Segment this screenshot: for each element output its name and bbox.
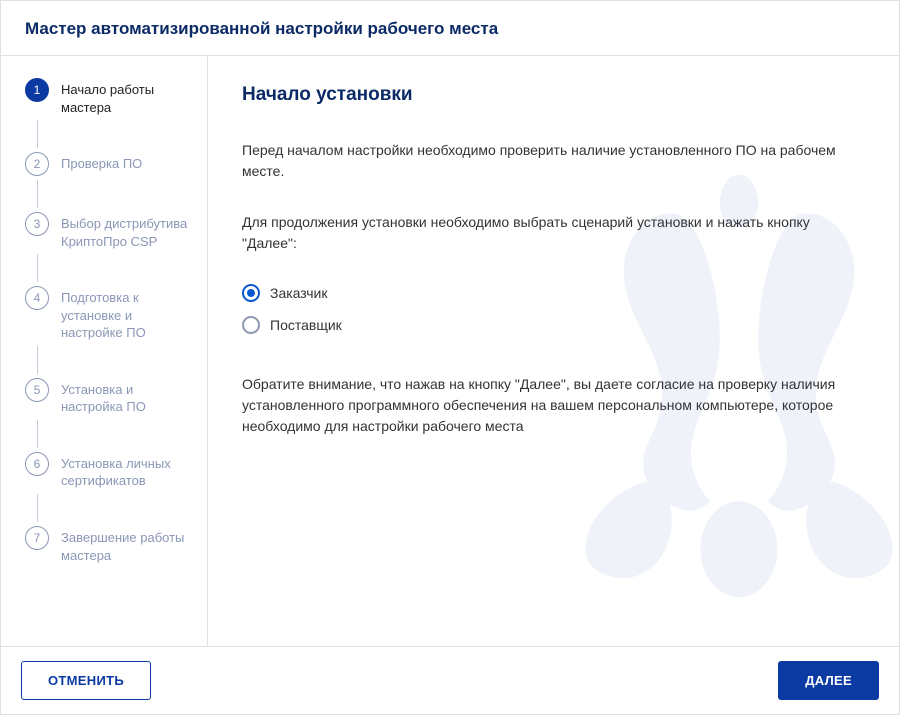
step-3[interactable]: 3 Выбор дистрибутива КриптоПро CSP: [25, 212, 197, 250]
step-label: Установка личных сертификатов: [61, 452, 197, 490]
step-connector: [37, 254, 38, 282]
step-1[interactable]: 1 Начало работы мастера: [25, 78, 197, 116]
wizard-window: Мастер автоматизированной настройки рабо…: [0, 0, 900, 715]
window-title: Мастер автоматизированной настройки рабо…: [25, 19, 875, 39]
radio-option-0[interactable]: Заказчик: [242, 284, 865, 302]
step-badge: 4: [25, 286, 49, 310]
step-connector: [37, 180, 38, 208]
step-connector: [37, 494, 38, 522]
step-5[interactable]: 5 Установка и настройка ПО: [25, 378, 197, 416]
next-button[interactable]: ДАЛЕЕ: [778, 661, 879, 700]
footer: ОТМЕНИТЬ ДАЛЕЕ: [1, 646, 899, 714]
step-7[interactable]: 7 Завершение работы мастера: [25, 526, 197, 564]
step-4[interactable]: 4 Подготовка к установке и настройке ПО: [25, 286, 197, 342]
step-label: Подготовка к установке и настройке ПО: [61, 286, 197, 342]
step-connector: [37, 420, 38, 448]
content-heading: Начало установки: [242, 84, 865, 106]
step-label: Проверка ПО: [61, 152, 142, 173]
header: Мастер автоматизированной настройки рабо…: [1, 1, 899, 56]
radio-indicator: [242, 284, 260, 302]
content-para-1: Перед началом настройки необходимо прове…: [242, 140, 865, 182]
content: Начало установки Перед началом настройки…: [208, 56, 899, 646]
step-badge: 2: [25, 152, 49, 176]
step-label: Завершение работы мастера: [61, 526, 197, 564]
step-badge: 3: [25, 212, 49, 236]
step-badge: 7: [25, 526, 49, 550]
step-6[interactable]: 6 Установка личных сертификатов: [25, 452, 197, 490]
step-list: 1 Начало работы мастера 2 Проверка ПО 3 Выбор…: [25, 78, 197, 564]
step-connector: [37, 120, 38, 148]
step-label: Установка и настройка ПО: [61, 378, 197, 416]
radio-option-1[interactable]: Поставщик: [242, 316, 865, 334]
scenario-radio-group: Заказчик Поставщик: [242, 284, 865, 334]
radio-label: Поставщик: [270, 317, 342, 333]
step-label: Начало работы мастера: [61, 78, 197, 116]
step-label: Выбор дистрибутива КриптоПро CSP: [61, 212, 197, 250]
radio-indicator: [242, 316, 260, 334]
sidebar: 1 Начало работы мастера 2 Проверка ПО 3 Выбор…: [1, 56, 208, 646]
step-connector: [37, 346, 38, 374]
step-badge: 1: [25, 78, 49, 102]
cancel-button[interactable]: ОТМЕНИТЬ: [21, 661, 151, 700]
radio-label: Заказчик: [270, 285, 328, 301]
step-2[interactable]: 2 Проверка ПО: [25, 152, 197, 176]
content-note: Обратите внимание, что нажав на кнопку "…: [242, 374, 865, 437]
content-para-2: Для продолжения установки необходимо выб…: [242, 212, 865, 254]
body: 1 Начало работы мастера 2 Проверка ПО 3 Выбор…: [1, 56, 899, 646]
step-badge: 5: [25, 378, 49, 402]
step-badge: 6: [25, 452, 49, 476]
